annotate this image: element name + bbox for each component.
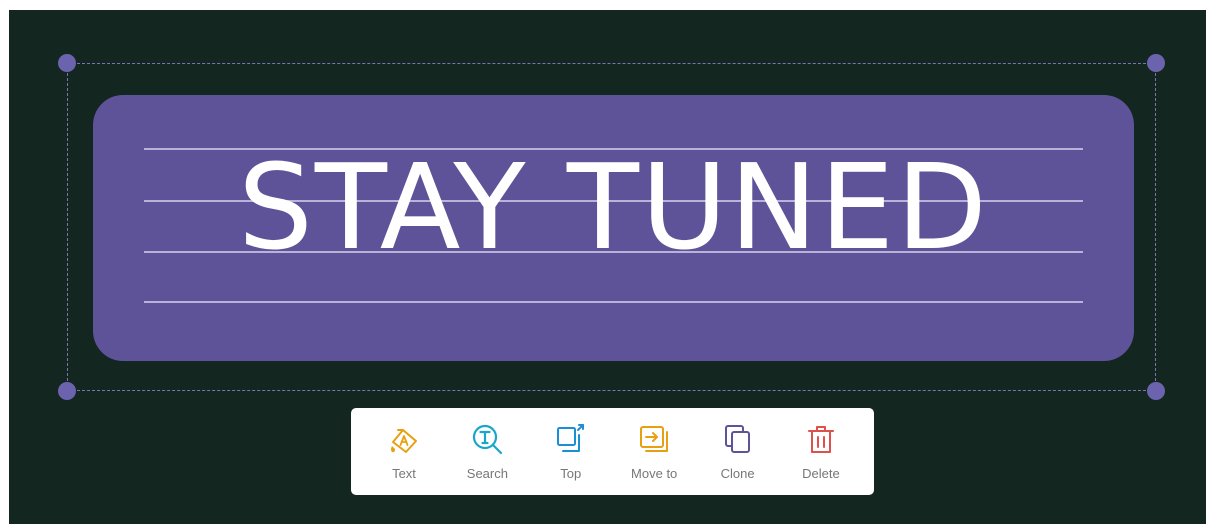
clone-button-label: Clone: [720, 466, 755, 481]
search-text-icon: [470, 422, 504, 456]
move-to-button[interactable]: Move to: [617, 408, 691, 495]
stay-tuned-banner[interactable]: STAY TUNED: [93, 95, 1134, 361]
bring-to-top-icon: [554, 422, 588, 456]
resize-handle-top-left[interactable]: [58, 54, 76, 72]
clone-icon: [721, 422, 755, 456]
move-to-icon: [637, 422, 671, 456]
resize-handle-bottom-left[interactable]: [58, 382, 76, 400]
text-fill-icon: [387, 422, 421, 456]
top-button-label: Top: [560, 466, 582, 481]
resize-handle-bottom-right[interactable]: [1147, 382, 1165, 400]
move-to-button-label: Move to: [631, 466, 678, 481]
ruled-line: [144, 301, 1083, 303]
resize-handle-top-right[interactable]: [1147, 54, 1165, 72]
text-button[interactable]: Text: [367, 408, 441, 495]
search-button-label: Search: [466, 466, 508, 481]
delete-button-label: Delete: [802, 466, 840, 481]
banner-text: STAY TUNED: [237, 138, 990, 276]
top-button[interactable]: Top: [534, 408, 608, 495]
text-button-label: Text: [392, 466, 416, 481]
context-toolbar: Text Search Top Move to Clone Delete: [351, 408, 874, 495]
delete-button[interactable]: Delete: [784, 408, 858, 495]
search-button[interactable]: Search: [450, 408, 524, 495]
clone-button[interactable]: Clone: [701, 408, 775, 495]
delete-icon: [804, 422, 838, 456]
